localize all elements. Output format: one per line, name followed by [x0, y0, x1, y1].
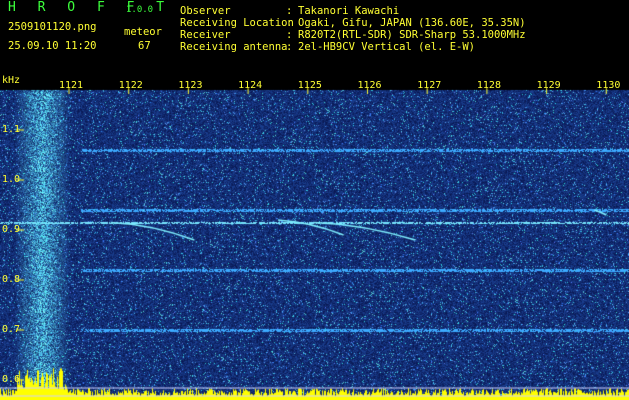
- x-tick-label: 1129: [536, 80, 561, 91]
- y-axis-unit-label: kHz: [2, 75, 21, 86]
- x-tick-label: 1126: [357, 80, 382, 91]
- y-tick-label: 1.0: [2, 174, 21, 185]
- info-sep-receiver: :: [286, 29, 293, 41]
- info-sep-observer: :: [286, 5, 293, 17]
- file-datetime: 25.09.10 11:20: [8, 40, 97, 52]
- info-value-receiver: R820T2(RTL-SDR) SDR-Sharp 53.1000MHz: [298, 29, 526, 41]
- app-version: 1.0.0: [126, 5, 154, 15]
- x-tick-label: 1130: [596, 80, 621, 91]
- info-sep-antenna: :: [286, 41, 293, 53]
- info-value-location: Ogaki, Gifu, JAPAN (136.60E, 35.35N): [298, 17, 526, 29]
- y-tick-label: 0.6: [2, 374, 21, 385]
- x-tick-label: 1124: [238, 80, 263, 91]
- spectrogram-canvas: [0, 62, 629, 400]
- x-tick-label: 1127: [417, 80, 442, 91]
- meteor-label: meteor: [124, 26, 162, 38]
- x-tick-label: 1128: [476, 80, 501, 91]
- x-tick-label: 1123: [178, 80, 203, 91]
- y-tick-label: 0.8: [2, 274, 21, 285]
- info-value-antenna: 2el-HB9CV Vertical (el. E-W): [298, 41, 476, 53]
- x-tick-label: 1121: [59, 80, 84, 91]
- info-key-observer: Observer: [180, 5, 231, 17]
- info-value-observer: Takanori Kawachi: [298, 5, 400, 17]
- y-tick-label: 0.7: [2, 324, 21, 335]
- x-tick-label: 1122: [118, 80, 143, 91]
- x-tick-label: 1125: [297, 80, 322, 91]
- info-key-antenna: Receiving antenna: [180, 41, 288, 53]
- info-sep-location: :: [286, 17, 293, 29]
- y-tick-label: 1.1: [2, 124, 21, 135]
- info-key-location: Receiving Location: [180, 17, 294, 29]
- header-panel: H R O F F T 1.0.0 2509101120.png 25.09.1…: [0, 0, 629, 62]
- meteor-count: 67: [138, 40, 151, 52]
- info-key-receiver: Receiver: [180, 29, 231, 41]
- file-name: 2509101120.png: [8, 21, 97, 33]
- y-tick-label: 0.9: [2, 224, 21, 235]
